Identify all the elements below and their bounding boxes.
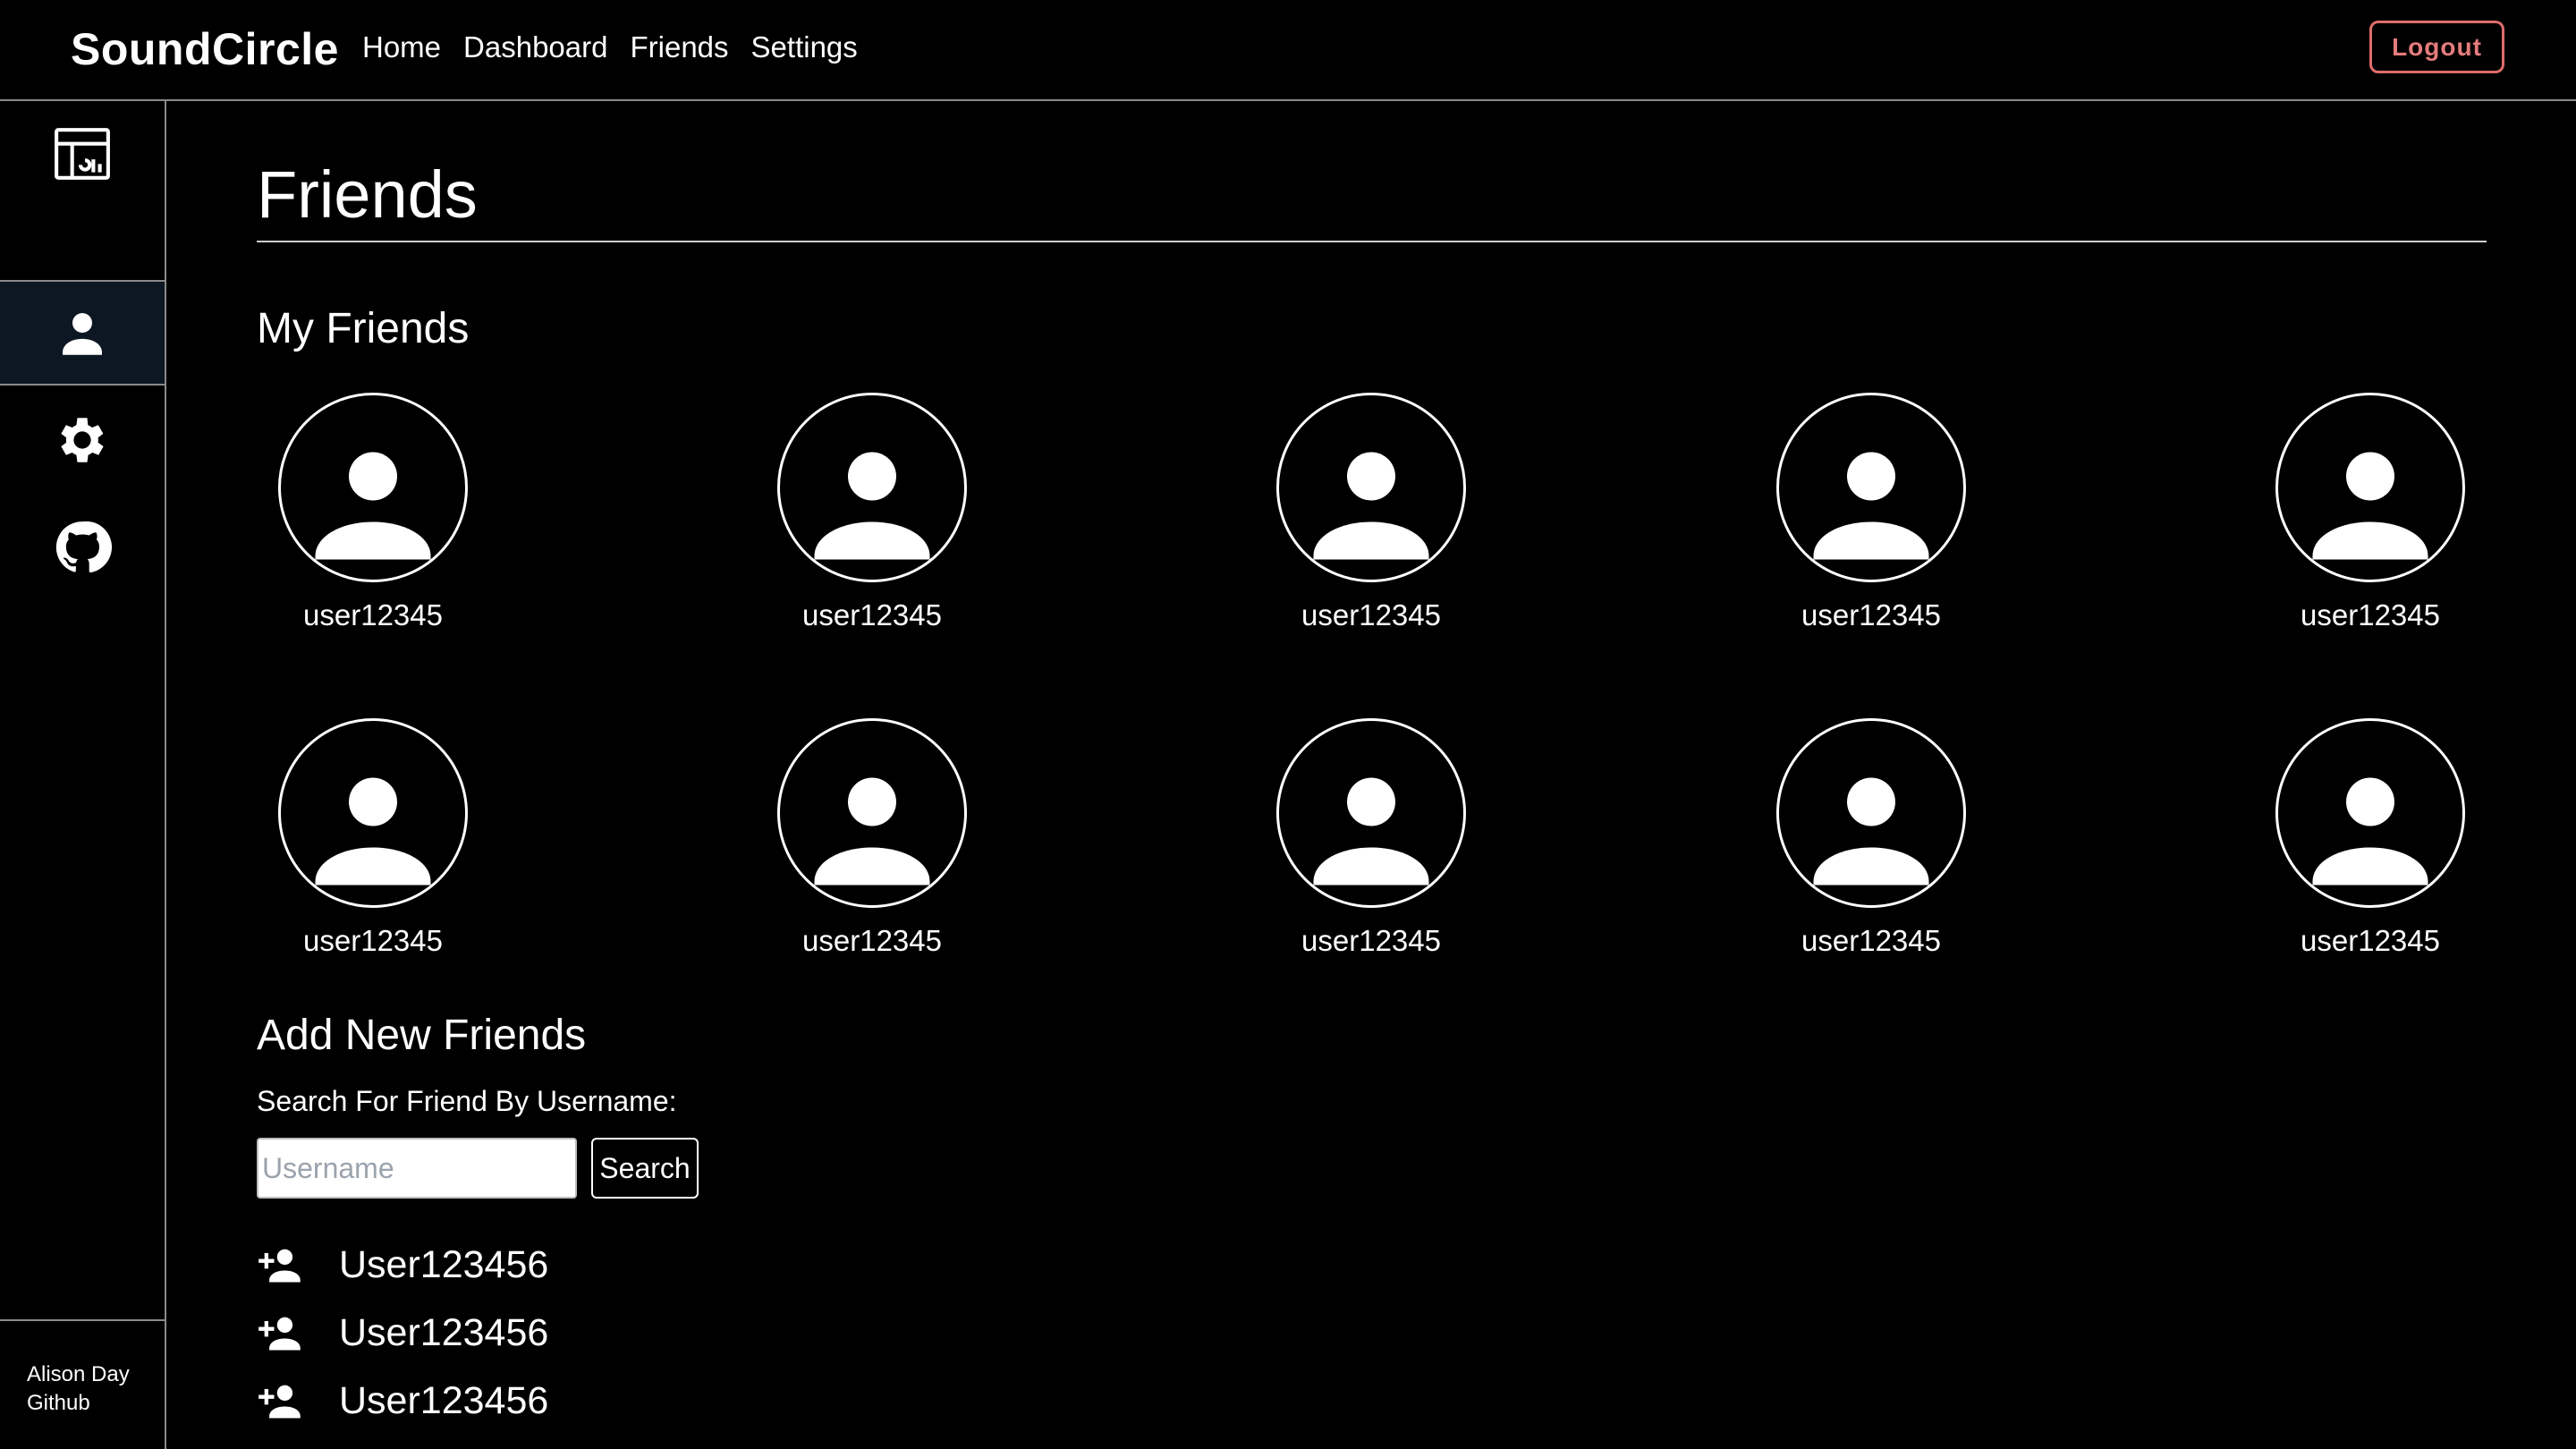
page-title: Friends <box>257 157 478 232</box>
add-friend-icon[interactable] <box>257 1241 303 1288</box>
search-result-row: User123456 <box>257 1238 548 1292</box>
result-username: User123456 <box>339 1310 549 1354</box>
dashboard-icon <box>55 128 110 180</box>
person-icon <box>1813 777 1929 886</box>
search-button[interactable]: Search <box>591 1138 699 1199</box>
friend-card[interactable]: user12345 <box>2275 718 2465 958</box>
top-navbar: SoundCircle Home Dashboard Friends Setti… <box>0 0 2576 101</box>
person-icon <box>1313 777 1429 886</box>
friend-username: user12345 <box>1301 924 1441 957</box>
friend-username: user12345 <box>2301 598 2440 631</box>
nav-link-friends[interactable]: Friends <box>630 30 728 64</box>
avatar <box>2275 393 2465 582</box>
person-icon <box>315 777 431 886</box>
friend-card[interactable]: user12345 <box>1776 718 1966 958</box>
avatar <box>278 393 468 582</box>
person-icon <box>2312 452 2428 560</box>
friend-username: user12345 <box>303 598 443 631</box>
sidebar: Alison Day Github <box>0 101 166 1449</box>
person-icon <box>1813 452 1929 560</box>
search-result-row: User123456 <box>257 1374 548 1428</box>
nav-link-dashboard[interactable]: Dashboard <box>463 30 607 64</box>
avatar <box>777 393 967 582</box>
nav-links: Home Dashboard Friends Settings <box>362 30 858 64</box>
avatar <box>1276 393 1466 582</box>
friend-username: user12345 <box>802 598 942 631</box>
sidebar-item-friends[interactable] <box>0 280 165 386</box>
gear-icon <box>61 418 104 462</box>
result-username: User123456 <box>339 1378 549 1422</box>
brand-logo[interactable]: SoundCircle <box>71 23 339 75</box>
sidebar-item-dashboard[interactable] <box>0 101 165 207</box>
avatar <box>278 718 468 908</box>
logout-button[interactable]: Logout <box>2369 21 2504 73</box>
search-label: Search For Friend By Username: <box>257 1085 677 1117</box>
friend-card[interactable]: user12345 <box>278 718 468 958</box>
avatar <box>777 718 967 908</box>
friend-card[interactable]: user12345 <box>1276 393 1466 632</box>
friend-card[interactable]: user12345 <box>777 718 967 958</box>
friend-username: user12345 <box>303 924 443 957</box>
person-icon <box>2312 777 2428 886</box>
sidebar-footer: Alison Day Github <box>0 1319 165 1449</box>
search-result-row: User123456 <box>257 1306 548 1360</box>
friend-card[interactable]: user12345 <box>777 393 967 632</box>
friend-card[interactable]: user12345 <box>1276 718 1466 958</box>
friend-card[interactable]: user12345 <box>1776 393 1966 632</box>
title-divider <box>257 241 2487 242</box>
friend-username: user12345 <box>802 924 942 957</box>
friend-username: user12345 <box>1801 598 1941 631</box>
person-icon <box>63 313 102 355</box>
avatar <box>2275 718 2465 908</box>
nav-link-settings[interactable]: Settings <box>751 30 858 64</box>
avatar <box>1776 718 1966 908</box>
add-friend-icon[interactable] <box>257 1309 303 1356</box>
username-search-input[interactable] <box>257 1138 577 1199</box>
result-username: User123456 <box>339 1242 549 1286</box>
person-icon <box>315 452 431 560</box>
add-friend-icon[interactable] <box>257 1377 303 1424</box>
friend-username: user12345 <box>1301 598 1441 631</box>
friend-card[interactable]: user12345 <box>278 393 468 632</box>
sidebar-item-github[interactable] <box>0 495 165 600</box>
github-link[interactable]: Github <box>27 1389 165 1418</box>
friend-card[interactable]: user12345 <box>2275 393 2465 632</box>
github-icon <box>55 521 112 573</box>
author-name: Alison Day <box>27 1362 130 1386</box>
person-icon <box>814 777 930 886</box>
avatar <box>1776 393 1966 582</box>
friend-username: user12345 <box>2301 924 2440 957</box>
avatar <box>1276 718 1466 908</box>
person-icon <box>814 452 930 560</box>
friend-username: user12345 <box>1801 924 1941 957</box>
add-friends-title: Add New Friends <box>257 1012 587 1059</box>
my-friends-title: My Friends <box>257 305 470 352</box>
nav-link-home[interactable]: Home <box>362 30 441 64</box>
sidebar-item-settings[interactable] <box>0 387 165 493</box>
person-icon <box>1313 452 1429 560</box>
